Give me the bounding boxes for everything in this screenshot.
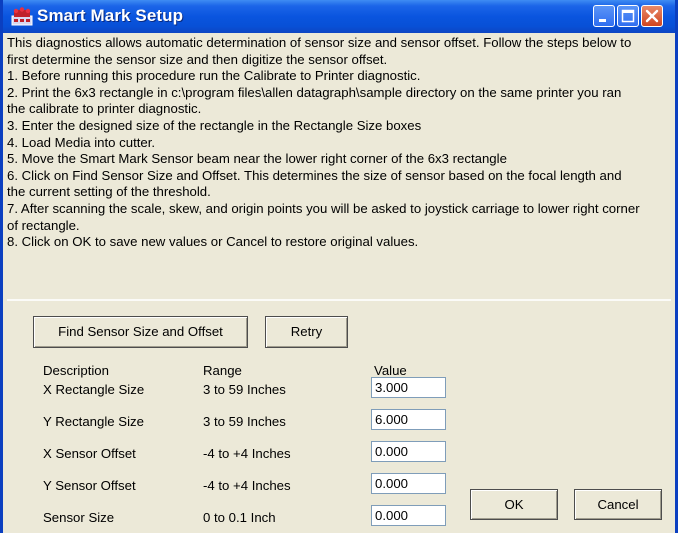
minimize-icon <box>599 19 606 22</box>
retry-button[interactable]: Retry <box>265 316 348 348</box>
y-sensor-offset-field[interactable] <box>371 473 446 494</box>
y-sensor-offset-range: -4 to +4 Inches <box>203 478 291 493</box>
range-header: Range <box>203 363 242 378</box>
instruction-line: 6. Click on Find Sensor Size and Offset.… <box>7 167 622 183</box>
maximize-icon <box>621 9 635 23</box>
instruction-line: the calibrate to printer diagnostic. <box>7 101 202 117</box>
instruction-line: 2. Print the 6x3 rectangle in c:\program… <box>7 84 622 100</box>
instruction-line: of rectangle. <box>7 217 80 233</box>
instruction-line: This diagnostics allows automatic determ… <box>7 35 632 50</box>
instruction-line: 3. Enter the designed size of the rectan… <box>7 117 422 133</box>
y-rectangle-size-field[interactable] <box>371 409 446 430</box>
instruction-line: 8. Click on OK to save new values or Can… <box>7 234 419 250</box>
x-rectangle-size-range: 3 to 59 Inches <box>203 382 286 397</box>
y-rectangle-size-range: 3 to 59 Inches <box>203 414 286 429</box>
ok-label: OK <box>504 497 524 512</box>
x-rectangle-size-field[interactable] <box>371 377 446 398</box>
cancel-label: Cancel <box>597 497 639 512</box>
description-header: Description <box>43 363 109 378</box>
x-rectangle-size-label: X Rectangle Size <box>43 382 145 397</box>
sensor-size-label: Sensor Size <box>43 510 115 525</box>
x-sensor-offset-range: -4 to +4 Inches <box>203 446 291 461</box>
instruction-line: 1. Before running this procedure run the… <box>7 68 421 84</box>
instructions-panel: This diagnostics allows automatic determ… <box>7 35 671 301</box>
dialog-body: This diagnostics allows automatic determ… <box>3 33 675 533</box>
smart-mark-setup-window: Smart Mark Setup This diagnostics allows… <box>0 0 678 533</box>
sensor-size-field[interactable] <box>371 505 446 526</box>
instruction-line: 4. Load Media into cutter. <box>7 134 156 150</box>
x-sensor-offset-field[interactable] <box>371 441 446 462</box>
title-bar[interactable]: Smart Mark Setup <box>3 0 675 33</box>
close-icon <box>645 9 659 23</box>
minimize-button[interactable] <box>593 5 615 27</box>
x-sensor-offset-label: X Sensor Offset <box>43 446 136 461</box>
instruction-line: first determine the sensor size and then… <box>7 51 388 67</box>
instruction-line: the current setting of the threshold. <box>7 184 211 200</box>
window-title: Smart Mark Setup <box>37 6 184 25</box>
find-sensor-size-label: Find Sensor Size and Offset <box>58 324 223 339</box>
value-header: Value <box>374 363 407 378</box>
instruction-line: 7. After scanning the scale, skew, and o… <box>7 200 640 216</box>
close-button[interactable] <box>641 5 663 27</box>
ok-button[interactable]: OK <box>470 489 558 520</box>
y-sensor-offset-label: Y Sensor Offset <box>43 478 136 493</box>
y-rectangle-size-label: Y Rectangle Size <box>43 414 144 429</box>
app-icon <box>11 7 33 27</box>
instruction-line: 5. Move the Smart Mark Sensor beam near … <box>7 151 507 167</box>
maximize-button[interactable] <box>617 5 639 27</box>
find-sensor-size-button[interactable]: Find Sensor Size and Offset <box>33 316 248 348</box>
cancel-button[interactable]: Cancel <box>574 489 662 520</box>
retry-label: Retry <box>290 324 323 339</box>
sensor-size-range: 0 to 0.1 Inch <box>203 510 276 525</box>
